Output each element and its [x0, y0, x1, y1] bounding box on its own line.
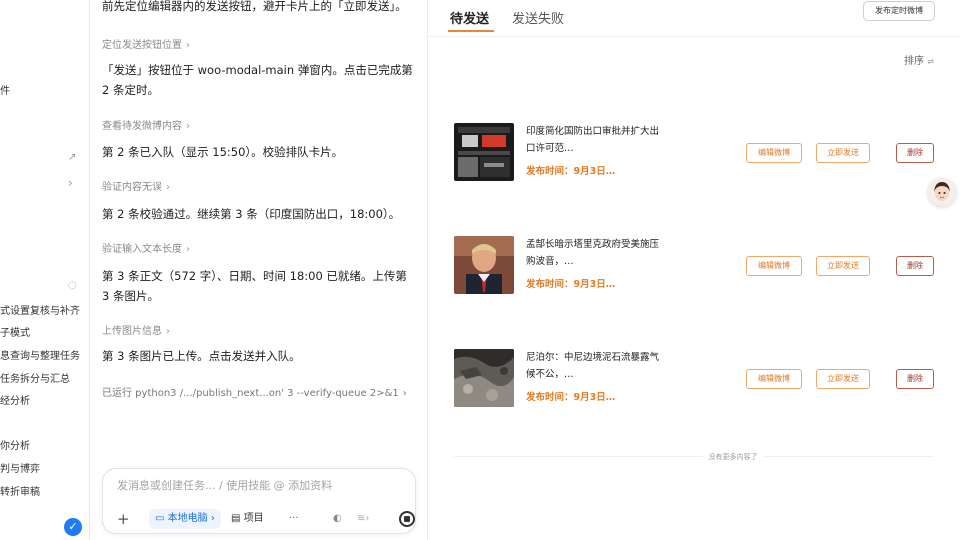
- message-input[interactable]: [117, 479, 397, 492]
- arrow-up-right-icon[interactable]: ↗: [68, 152, 76, 163]
- post-thumbnail: [454, 123, 514, 181]
- post-time: 发布时间：9月3日…: [526, 166, 616, 177]
- send-now-button[interactable]: 立即发送: [816, 256, 870, 276]
- sort-label: 排序: [904, 56, 924, 67]
- delete-post-button[interactable]: 删除: [896, 369, 934, 389]
- send-now-button[interactable]: 立即发送: [816, 369, 870, 389]
- assistant-message: 「发送」按钮位于 woo-modal-main 弹窗内。点击已完成第 2 条定时…: [102, 63, 413, 97]
- step-link-label: 上传图片信息: [102, 326, 162, 337]
- stop-button[interactable]: [399, 511, 415, 527]
- send-now-button[interactable]: 立即发送: [816, 143, 870, 163]
- chevron-right-icon: ›: [166, 326, 170, 337]
- assistant-message: 第 2 条已入队（显示 15:50）。校验排队卡片。: [102, 145, 344, 159]
- edit-post-button[interactable]: 编辑微博: [746, 143, 802, 163]
- post-row: 孟郜长暗示塔里克政府受美施压购波音，… 发布时间：9月3日… 编辑微博 立即发送…: [454, 236, 934, 296]
- sidebar-item[interactable]: 式设置复核与补齐: [0, 302, 80, 317]
- edit-post-button[interactable]: 编辑微博: [746, 369, 802, 389]
- step-link[interactable]: 上传图片信息 ›: [102, 322, 170, 337]
- tab-pending[interactable]: 待发送: [450, 8, 489, 27]
- sidebar-item[interactable]: 你分析: [0, 437, 30, 452]
- local-computer-button[interactable]: ▭ 本地电脑 ›: [149, 509, 221, 529]
- post-thumbnail: [454, 349, 514, 407]
- step-link-label: 验证输入文本长度: [102, 244, 182, 255]
- plus-icon[interactable]: +: [117, 509, 130, 529]
- chat-panel: 前先定位编辑器内的发送按钮，避开卡片上的「立即发送」。 定位发送按钮位置 › 「发…: [90, 0, 428, 540]
- step-link[interactable]: 验证输入文本长度 ›: [102, 240, 190, 255]
- schedule-post-button[interactable]: 发布定时微博: [863, 1, 935, 21]
- post-thumbnail: [454, 236, 514, 294]
- chevron-right-icon: ›: [402, 388, 407, 399]
- post-title: 印度简化国防出口审批并扩大出口许可范…: [526, 126, 660, 154]
- step-link-label: 定位发送按钮位置: [102, 40, 182, 51]
- chevron-right-icon: ›: [186, 121, 190, 132]
- chevron-right-icon: ›: [166, 182, 170, 193]
- sort-button[interactable]: 排序 ⇌: [904, 52, 934, 67]
- sidebar-item[interactable]: 子模式: [0, 324, 30, 339]
- delete-post-button[interactable]: 删除: [896, 256, 934, 276]
- post-row: 印度简化国防出口审批并扩大出口许可范… 发布时间：9月3日… 编辑微博 立即发送…: [454, 123, 934, 183]
- loading-spinner-icon: ◐: [333, 513, 342, 524]
- step-link[interactable]: 查看待发微博内容 ›: [102, 117, 190, 132]
- assistant-message: 第 3 条图片已上传。点击发送并入队。: [102, 349, 301, 363]
- more-button[interactable]: ···: [289, 509, 299, 529]
- chevron-right-icon: ›: [186, 244, 190, 255]
- post-time: 发布时间：9月3日…: [526, 392, 616, 403]
- sidebar-item[interactable]: 任务拆分与汇总: [0, 370, 70, 385]
- sort-icon: ⇌: [927, 57, 934, 66]
- step-link-label: 查看待发微博内容: [102, 121, 182, 132]
- step-link[interactable]: 定位发送按钮位置 ›: [102, 36, 190, 51]
- loading-icon: ◌: [68, 280, 77, 291]
- scheduled-posts-panel: 待发送 发送失败 发布定时微博 排序 ⇌ 印度简化国防出口审批并扩大出口许可范……: [428, 0, 960, 540]
- delete-post-button[interactable]: 删除: [896, 143, 934, 163]
- post-title: 孟郜长暗示塔里克政府受美施压购波音，…: [526, 239, 660, 267]
- assistant-message: 第 2 条校验通过。继续第 3 条（印度国防出口，18:00）。: [102, 207, 401, 221]
- assistant-message: 第 3 条正文（572 字）、日期、时间 18:00 已就绪。上传第 3 条图片…: [102, 269, 407, 303]
- tab-failed[interactable]: 发送失败: [512, 8, 564, 27]
- check-icon[interactable]: ✓: [64, 518, 82, 536]
- command-text: 已运行 python3 /.../publish_next...on' 3 --…: [102, 388, 399, 399]
- edit-post-button[interactable]: 编辑微博: [746, 256, 802, 276]
- assistant-avatar[interactable]: [928, 178, 956, 206]
- local-computer-label: 本地电脑: [167, 513, 208, 524]
- assistant-message: 前先定位编辑器内的发送按钮，避开卡片上的「立即发送」。: [102, 0, 407, 13]
- folder-icon: ▤: [231, 513, 241, 524]
- step-link-label: 验证内容无误: [102, 182, 162, 193]
- sidebar-item[interactable]: 判与博弈: [0, 460, 40, 475]
- chat-transcript: 前先定位编辑器内的发送按钮，避开卡片上的「立即发送」。 定位发送按钮位置 › 「发…: [90, 0, 428, 460]
- post-title: 尼泊尔：中尼边境泥石流暴露气候不公，…: [526, 352, 660, 380]
- sidebar-item[interactable]: 件: [0, 82, 10, 97]
- sidebar-item[interactable]: 息查询与整理任务: [0, 347, 80, 362]
- model-selector-icon[interactable]: ≋›: [357, 509, 369, 529]
- command-summary[interactable]: 已运行 python3 /.../publish_next...on' 3 --…: [102, 384, 407, 399]
- step-link[interactable]: 验证内容无误 ›: [102, 178, 170, 193]
- tabs-divider: [428, 36, 960, 37]
- chevron-right-icon[interactable]: ›: [68, 176, 73, 190]
- no-more-label: 没有更多内容了: [702, 453, 764, 461]
- post-time: 发布时间：9月3日…: [526, 279, 616, 290]
- project-label: 项目: [243, 513, 264, 524]
- chevron-right-icon: ›: [186, 40, 190, 51]
- laptop-icon: ▭: [155, 513, 165, 524]
- sidebar-item[interactable]: 转折审稿: [0, 483, 40, 498]
- active-tab-indicator: [448, 30, 494, 32]
- chevron-right-icon: ›: [210, 513, 215, 524]
- post-row: 尼泊尔：中尼边境泥石流暴露气候不公，… 发布时间：9月3日… 编辑微博 立即发送…: [454, 349, 934, 409]
- composer: + ▭ 本地电脑 › ▤ 项目 ··· ◐ ≋›: [102, 468, 416, 534]
- sidebar-item[interactable]: 经分析: [0, 392, 30, 407]
- no-more-content: 没有更多内容了: [633, 452, 833, 462]
- sidebar: 件 ↗ › ◌ 式设置复核与补齐 子模式 息查询与整理任务 任务拆分与汇总 经分…: [0, 0, 90, 540]
- project-button[interactable]: ▤ 项目: [231, 509, 264, 529]
